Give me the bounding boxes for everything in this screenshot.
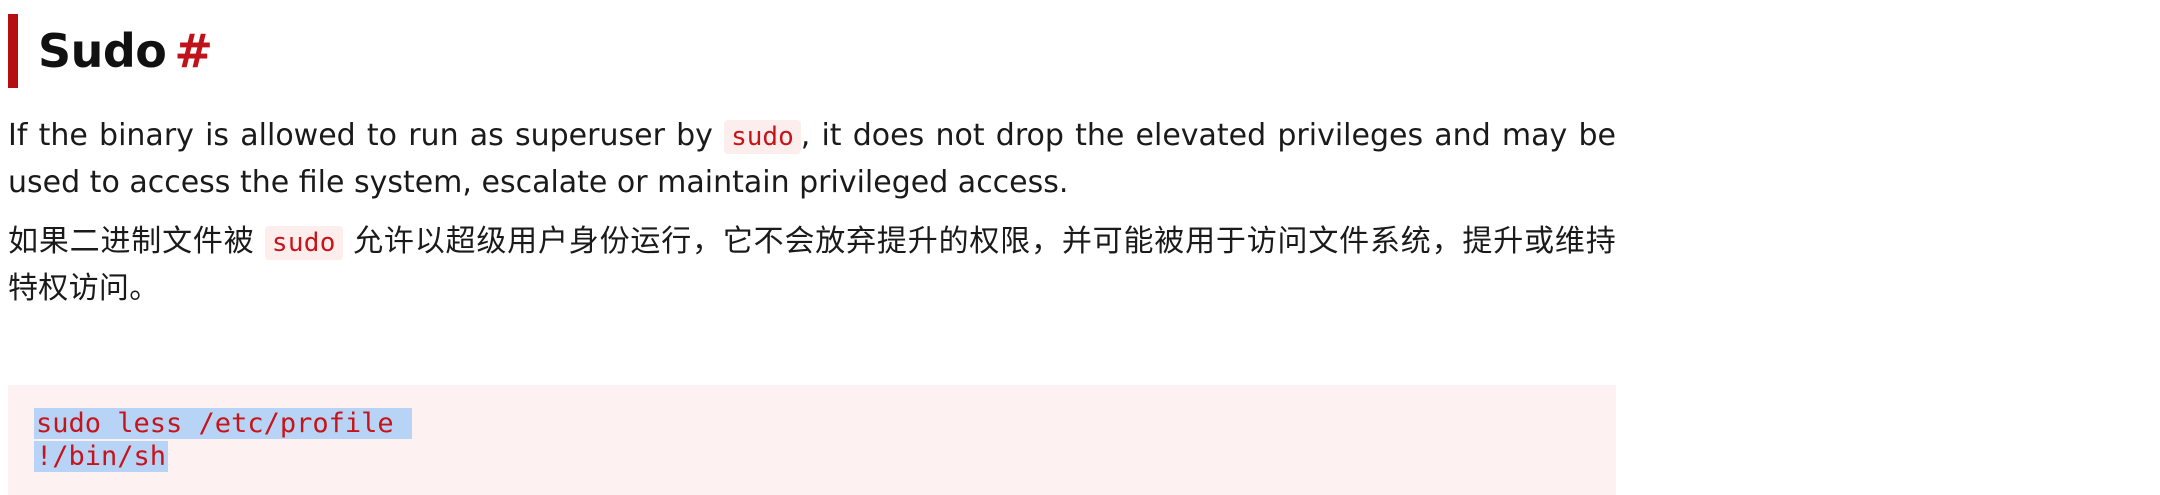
code-block[interactable]: sudo less /etc/profile !/bin/sh [8,385,1616,495]
code-line-2[interactable]: !/bin/sh [34,441,169,473]
selected-code-text-2[interactable]: !/bin/sh [34,441,169,472]
code-line-1[interactable]: sudo less /etc/profile [34,408,412,440]
description-english-text-1: If the binary is allowed to run as super… [8,118,725,153]
section-heading: Sudo # [8,14,1616,88]
description-english: If the binary is allowed to run as super… [8,113,1616,205]
heading-anchor-link[interactable]: # [174,24,213,78]
inline-code-sudo-zh: sudo [264,226,343,260]
inline-code-sudo: sudo [724,120,801,154]
selected-code-text-1[interactable]: sudo less /etc/profile [34,408,412,439]
description-chinese: 如果二进制文件被 sudo 允许以超级用户身份运行，它不会放弃提升的权限，并可能… [8,219,1616,311]
content-area: Sudo # If the binary is allowed to run as… [8,0,1616,495]
section-title-text: Sudo [38,24,167,78]
description-chinese-text-1: 如果二进制文件被 [8,224,265,259]
